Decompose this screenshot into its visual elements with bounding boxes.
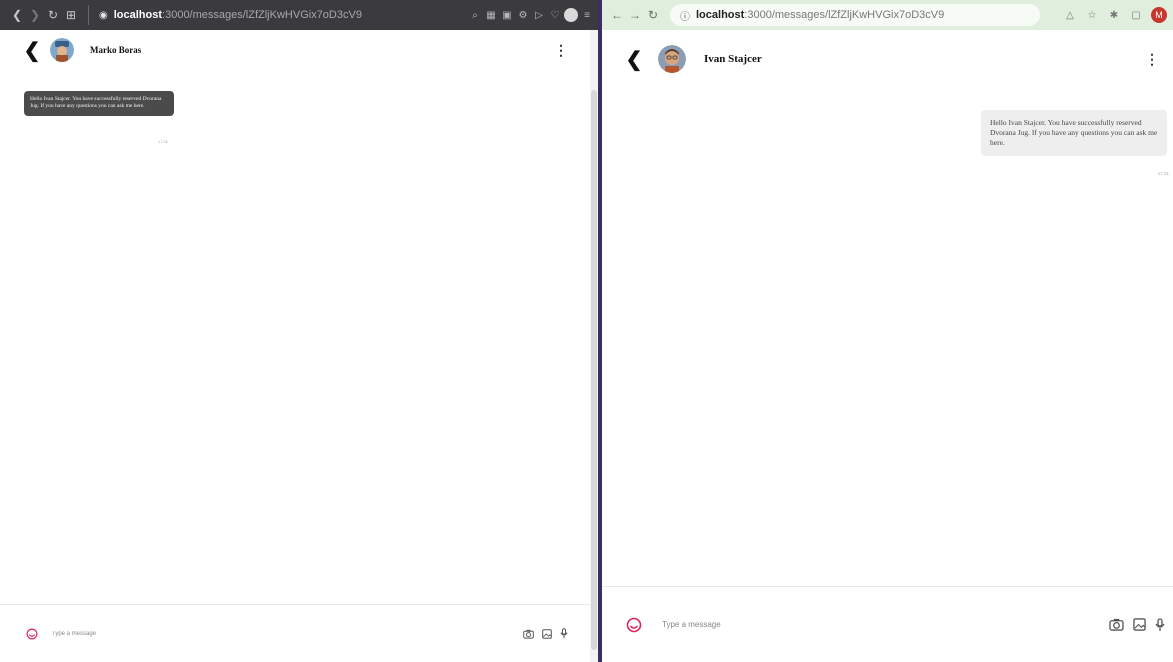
avatar[interactable] [658, 45, 686, 73]
grid-icon[interactable]: ▦ [484, 8, 498, 22]
composer-actions [523, 628, 568, 639]
message-input[interactable] [52, 630, 452, 637]
address-bar[interactable]: ⓘ localhost:3000/messages/lZfZljKwHVGix7… [670, 4, 1040, 26]
site-info-icon[interactable]: ◉ [99, 10, 108, 21]
camera-icon[interactable] [1109, 618, 1124, 631]
avatar[interactable] [50, 38, 74, 62]
microphone-icon[interactable] [1155, 617, 1165, 632]
emoji-icon[interactable] [626, 617, 642, 633]
microphone-icon[interactable] [560, 628, 568, 639]
contact-name: Ivan Stajcer [704, 53, 762, 65]
info-icon[interactable]: ⓘ [680, 8, 690, 23]
message-time: 17:31 [158, 139, 169, 144]
url-path: :3000/messages/lZfZljKwHVGix7oD3cV9 [744, 9, 945, 21]
chat-header: ❮ Marko Boras ⋮ [0, 30, 598, 70]
camera-icon[interactable] [523, 629, 534, 639]
share-icon[interactable]: △ [1063, 8, 1077, 22]
scroll-thumb[interactable] [591, 90, 597, 650]
settings-icon[interactable]: ⚙ [516, 8, 530, 22]
message-text: Hello Ivan Stajcer. You have successfull… [30, 96, 162, 110]
address-bar[interactable]: ◉ localhost:3000/messages/lZfZljKwHVGix7… [88, 5, 362, 25]
url-host: localhost [113, 9, 163, 21]
back-icon[interactable]: ❮ [22, 38, 42, 63]
image-icon[interactable] [1133, 618, 1146, 631]
contact-name: Marko Boras [90, 45, 142, 55]
extensions-area: △ ☆ ✱ ▢ M [1063, 7, 1167, 23]
apps-grid-icon[interactable]: ⊞ [62, 5, 80, 25]
nav-back-icon[interactable]: ← [608, 5, 626, 25]
profile-icon[interactable] [564, 8, 578, 22]
right-browser-window: ← → ↻ ⓘ localhost:3000/messages/lZfZljKw… [602, 0, 1173, 662]
nav-forward-icon[interactable]: ❯ [26, 5, 44, 25]
profile-avatar[interactable]: M [1151, 7, 1167, 23]
message-bubble: Hello Ivan Stajcer. You have successfull… [24, 91, 174, 116]
scrollbar[interactable] [590, 30, 598, 662]
extensions-area: ⌕ ▦ ▣ ⚙ ▷ ♡ ≡ [468, 8, 594, 22]
reload-icon[interactable]: ↻ [644, 5, 662, 25]
message-text: Hello Ivan Stajcer. You have successfull… [990, 118, 1158, 148]
composer-actions [1109, 617, 1165, 632]
reload-icon[interactable]: ↻ [44, 5, 62, 25]
sidebar-icon[interactable]: ▢ [1129, 8, 1143, 22]
left-browser-window: ❮ ❯ ↻ ⊞ ◉ localhost:3000/messages/lZfZlj… [0, 0, 598, 662]
search-icon[interactable]: ⌕ [468, 8, 482, 22]
message-composer [0, 604, 598, 662]
screenshot-icon[interactable]: ▣ [500, 8, 514, 22]
nav-back-icon[interactable]: ❮ [8, 5, 26, 25]
message-input[interactable] [662, 620, 1042, 629]
nav-forward-icon[interactable]: → [626, 5, 644, 25]
message-composer [602, 586, 1173, 662]
url-host: localhost [696, 9, 745, 21]
image-icon[interactable] [542, 628, 552, 639]
extensions-puzzle-icon[interactable]: ✱ [1107, 8, 1121, 22]
more-vertical-icon[interactable]: ⋮ [1145, 51, 1159, 68]
chat-header: ❮ Ivan Stajcer ⋮ [602, 34, 1173, 84]
play-icon[interactable]: ▷ [532, 8, 546, 22]
browser-toolbar: ← → ↻ ⓘ localhost:3000/messages/lZfZljKw… [602, 0, 1173, 30]
back-icon[interactable]: ❮ [624, 47, 644, 72]
emoji-icon[interactable] [26, 628, 38, 640]
more-vertical-icon[interactable]: ⋮ [554, 42, 568, 59]
message-time: 17:31 [1157, 171, 1169, 176]
shield-icon[interactable]: ♡ [548, 8, 562, 22]
browser-toolbar: ❮ ❯ ↻ ⊞ ◉ localhost:3000/messages/lZfZlj… [0, 0, 598, 30]
menu-icon[interactable]: ≡ [580, 8, 594, 22]
message-bubble: Hello Ivan Stajcer. You have successfull… [981, 110, 1167, 157]
url-path: :3000/messages/lZfZljKwHVGix7oD3cV9 [162, 9, 362, 21]
bookmark-star-icon[interactable]: ☆ [1085, 8, 1099, 22]
